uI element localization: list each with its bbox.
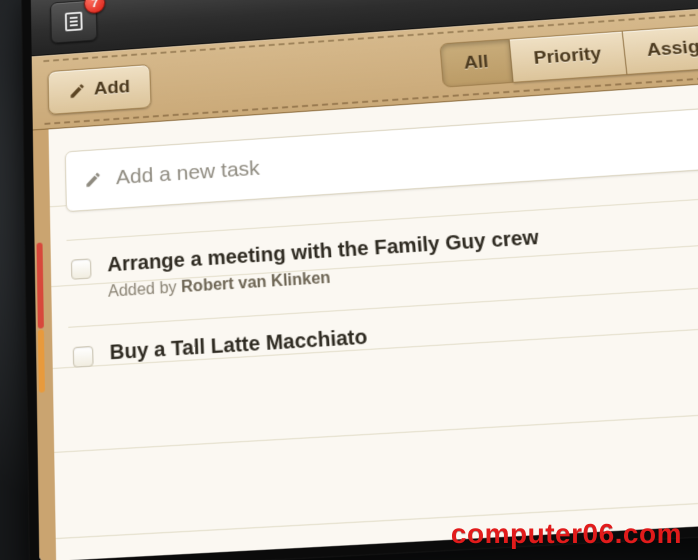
filter-assignee-label: Assignee [646,35,698,62]
filter-all[interactable]: All [439,39,514,88]
device-frame: 7 Activity Feed Add All [21,0,698,560]
filter-assignee[interactable]: Assignee [622,21,698,75]
filter-all-label: All [463,52,489,75]
filter-priority[interactable]: Priority [510,31,627,83]
notification-badge: 7 [84,0,106,14]
task-list-area: Add a new task Arrange a meeting with th… [33,79,698,560]
compose-icon [68,82,86,100]
add-button-label: Add [94,77,131,100]
task-added-by-name: Robert van Klinken [181,270,331,297]
priority-strip [37,242,44,328]
notes-button[interactable]: 7 [50,0,97,43]
priority-strip [38,329,45,392]
task-checkbox[interactable] [73,346,94,368]
task-added-by-label: Added by [108,279,182,301]
app-screen: 7 Activity Feed Add All [31,0,698,560]
new-task-input[interactable]: Add a new task [65,108,698,213]
add-button[interactable]: Add [47,64,151,115]
notepad-icon [62,9,86,33]
filter-priority-label: Priority [533,44,603,70]
new-task-placeholder: Add a new task [116,157,261,190]
compose-icon [84,170,102,189]
filter-segmented-control: All Priority Assignee [439,21,698,87]
task-title: Buy a Tall Latte Macchiato [109,326,368,366]
task-checkbox[interactable] [71,258,92,279]
watermark-text: computer06.com [451,518,682,550]
